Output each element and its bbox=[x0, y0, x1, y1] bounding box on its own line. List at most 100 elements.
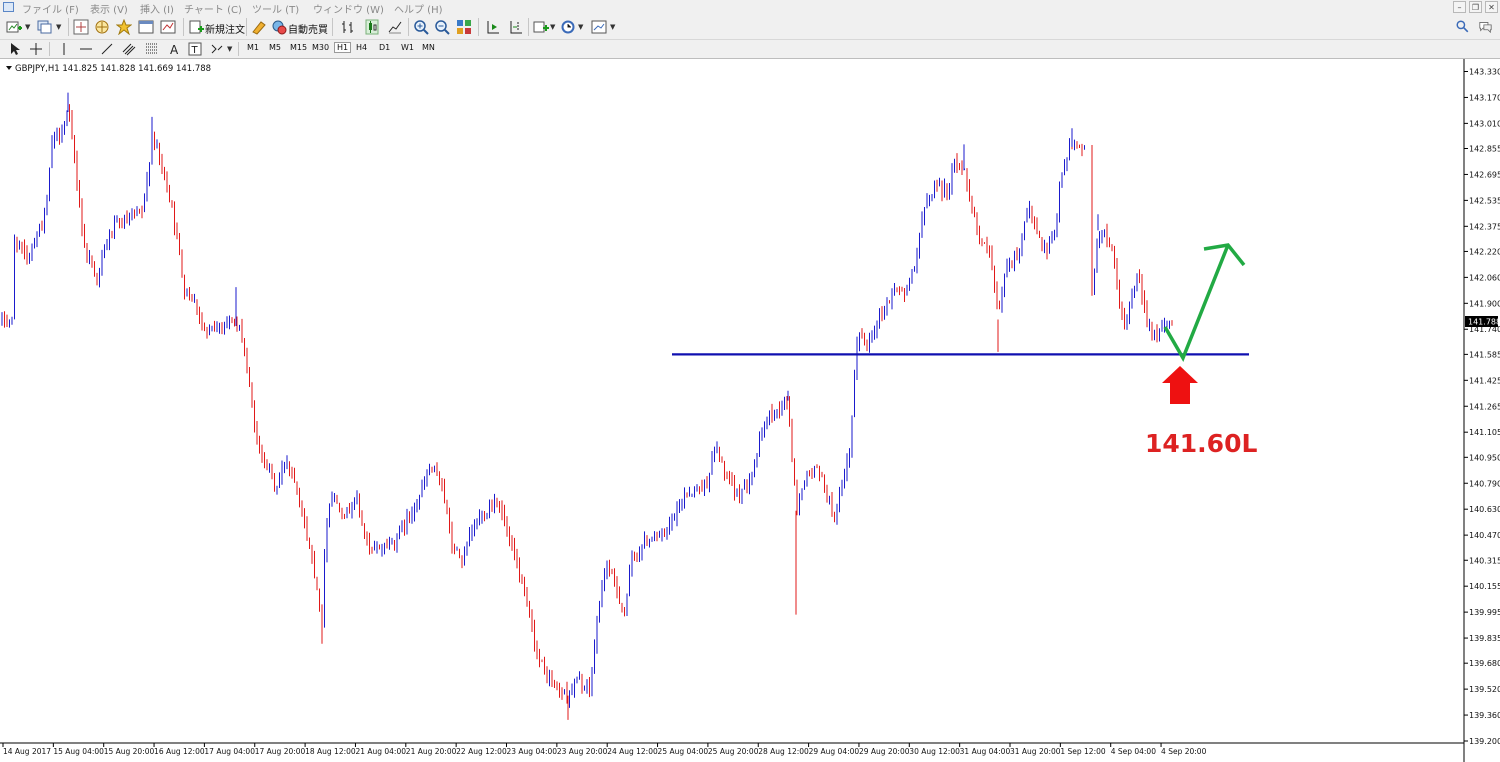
line-chart-icon[interactable] bbox=[387, 19, 403, 35]
app-icon bbox=[3, 2, 14, 12]
timeframe-m5[interactable]: M5 bbox=[269, 43, 281, 52]
meta-editor-icon[interactable] bbox=[251, 19, 267, 35]
timeframe-m15[interactable]: M15 bbox=[290, 43, 307, 52]
periods-icon[interactable] bbox=[560, 19, 576, 35]
menu-insert[interactable]: 挿入 (I) bbox=[140, 1, 174, 16]
price-chart[interactable]: 143.330 143.170 143.010 142.855 142.695 142.5… bbox=[0, 59, 1500, 762]
timeframe-m1[interactable]: M1 bbox=[247, 43, 259, 52]
time-tick-label: 15 Aug 20:00 bbox=[104, 747, 155, 756]
svg-text:A: A bbox=[170, 43, 179, 56]
zoom-out-icon[interactable] bbox=[434, 19, 450, 35]
price-tick-label: 140.950 bbox=[1469, 453, 1500, 462]
current-price-label: 141.788 bbox=[1468, 318, 1500, 327]
timeframe-w1[interactable]: W1 bbox=[401, 43, 414, 52]
chevron-down-icon[interactable]: ▼ bbox=[25, 23, 30, 31]
menu-window[interactable]: ウィンドウ (W) bbox=[313, 1, 384, 16]
time-tick-label: 22 Aug 12:00 bbox=[456, 747, 507, 756]
price-tick-label: 139.835 bbox=[1469, 634, 1500, 643]
auto-trading-icon[interactable] bbox=[271, 19, 287, 35]
horizontal-line-icon[interactable] bbox=[79, 42, 93, 56]
menu-file[interactable]: ファイル (F) bbox=[22, 1, 79, 16]
time-tick-label: 30 Aug 12:00 bbox=[909, 747, 960, 756]
time-tick-label: 17 Aug 20:00 bbox=[255, 747, 306, 756]
price-tick-label: 139.360 bbox=[1469, 711, 1500, 720]
vertical-line-icon[interactable] bbox=[57, 42, 71, 56]
chevron-down-icon[interactable]: ▼ bbox=[578, 23, 583, 31]
time-tick-label: 28 Aug 12:00 bbox=[758, 747, 809, 756]
bar-chart-icon[interactable] bbox=[340, 19, 356, 35]
strategy-tester-icon[interactable] bbox=[160, 19, 176, 35]
menu-help[interactable]: ヘルプ (H) bbox=[394, 1, 443, 16]
cursor-icon[interactable] bbox=[8, 42, 22, 56]
market-watch-icon[interactable] bbox=[73, 19, 89, 35]
price-tick-label: 142.220 bbox=[1469, 247, 1500, 256]
channel-icon[interactable] bbox=[122, 42, 136, 56]
templates-icon[interactable] bbox=[591, 19, 607, 35]
timeframe-h1[interactable]: H1 bbox=[334, 42, 352, 53]
support-level-annotation: 141.60L bbox=[1145, 429, 1257, 458]
chevron-down-icon[interactable]: ▼ bbox=[56, 23, 61, 31]
timeframe-h4[interactable]: H4 bbox=[356, 43, 367, 52]
terminal-icon[interactable] bbox=[138, 19, 154, 35]
price-tick-label: 141.105 bbox=[1469, 428, 1500, 437]
new-order-button[interactable]: 新規注文 bbox=[205, 21, 245, 36]
indicators-icon[interactable] bbox=[533, 19, 549, 35]
chart-shift-icon[interactable] bbox=[508, 19, 524, 35]
tile-windows-icon[interactable] bbox=[456, 19, 472, 35]
toolbar-separator bbox=[68, 18, 69, 36]
data-window-icon[interactable] bbox=[94, 19, 110, 35]
price-tick-label: 141.585 bbox=[1469, 350, 1500, 359]
chevron-down-icon[interactable]: ▼ bbox=[550, 23, 555, 31]
time-tick-label: 4 Sep 20:00 bbox=[1161, 747, 1207, 756]
text-label-icon[interactable]: T bbox=[188, 42, 202, 56]
price-tick-label: 140.315 bbox=[1469, 556, 1500, 565]
time-tick-label: 29 Aug 04:00 bbox=[809, 747, 860, 756]
standard-toolbar: ▼ ▼ 新規注文 自動売買 ▼ ▼ ▼ bbox=[0, 15, 1500, 40]
text-icon[interactable]: A bbox=[167, 42, 181, 56]
timeframe-d1[interactable]: D1 bbox=[379, 43, 390, 52]
trendline-icon[interactable] bbox=[100, 42, 114, 56]
toolbar-separator bbox=[246, 18, 247, 36]
time-tick-label: 23 Aug 04:00 bbox=[507, 747, 558, 756]
timeframe-m30[interactable]: M30 bbox=[312, 43, 329, 52]
time-tick-label: 23 Aug 20:00 bbox=[557, 747, 608, 756]
new-chart-icon[interactable] bbox=[6, 19, 22, 35]
price-tick-label: 143.010 bbox=[1469, 119, 1500, 128]
fibonacci-icon[interactable] bbox=[145, 42, 159, 56]
price-axis: 143.330 143.170 143.010 142.855 142.695 142.5… bbox=[1464, 68, 1500, 746]
search-icon[interactable] bbox=[1456, 20, 1469, 33]
profiles-icon[interactable] bbox=[37, 19, 53, 35]
arrows-icon[interactable] bbox=[210, 42, 224, 56]
price-tick-label: 143.170 bbox=[1469, 93, 1500, 102]
navigator-icon[interactable] bbox=[116, 19, 132, 35]
price-tick-label: 140.630 bbox=[1469, 505, 1500, 514]
menu-chart[interactable]: チャート (C) bbox=[184, 1, 242, 16]
crosshair-icon[interactable] bbox=[29, 42, 43, 56]
auto-scroll-icon[interactable] bbox=[485, 19, 501, 35]
toolbar-separator bbox=[49, 42, 50, 56]
zoom-in-icon[interactable] bbox=[413, 19, 429, 35]
time-tick-label: 29 Aug 20:00 bbox=[859, 747, 910, 756]
chat-icon[interactable] bbox=[1478, 20, 1493, 33]
time-tick-label: 4 Sep 04:00 bbox=[1111, 747, 1157, 756]
close-icon[interactable]: ✕ bbox=[1485, 1, 1498, 13]
candlestick-icon[interactable] bbox=[364, 19, 380, 35]
toolbar-separator bbox=[408, 18, 409, 36]
price-tick-label: 140.470 bbox=[1469, 531, 1500, 540]
price-tick-label: 139.520 bbox=[1469, 685, 1500, 694]
toolbar-separator bbox=[332, 18, 333, 36]
price-tick-label: 142.375 bbox=[1469, 222, 1500, 231]
auto-trading-button[interactable]: 自動売買 bbox=[288, 21, 328, 36]
timeframe-mn[interactable]: MN bbox=[422, 43, 435, 52]
restore-icon[interactable]: ❐ bbox=[1469, 1, 1482, 13]
time-tick-label: 14 Aug 2017 bbox=[3, 747, 51, 756]
minimize-icon[interactable]: – bbox=[1453, 1, 1466, 13]
menu-tools[interactable]: ツール (T) bbox=[252, 1, 299, 16]
chevron-down-icon[interactable]: ▼ bbox=[227, 45, 232, 53]
menu-view[interactable]: 表示 (V) bbox=[90, 1, 128, 16]
new-order-icon[interactable] bbox=[188, 19, 204, 35]
toolbar-separator bbox=[238, 42, 239, 56]
time-tick-label: 21 Aug 04:00 bbox=[355, 747, 406, 756]
time-tick-label: 1 Sep 12:00 bbox=[1060, 747, 1106, 756]
chevron-down-icon[interactable]: ▼ bbox=[610, 23, 615, 31]
